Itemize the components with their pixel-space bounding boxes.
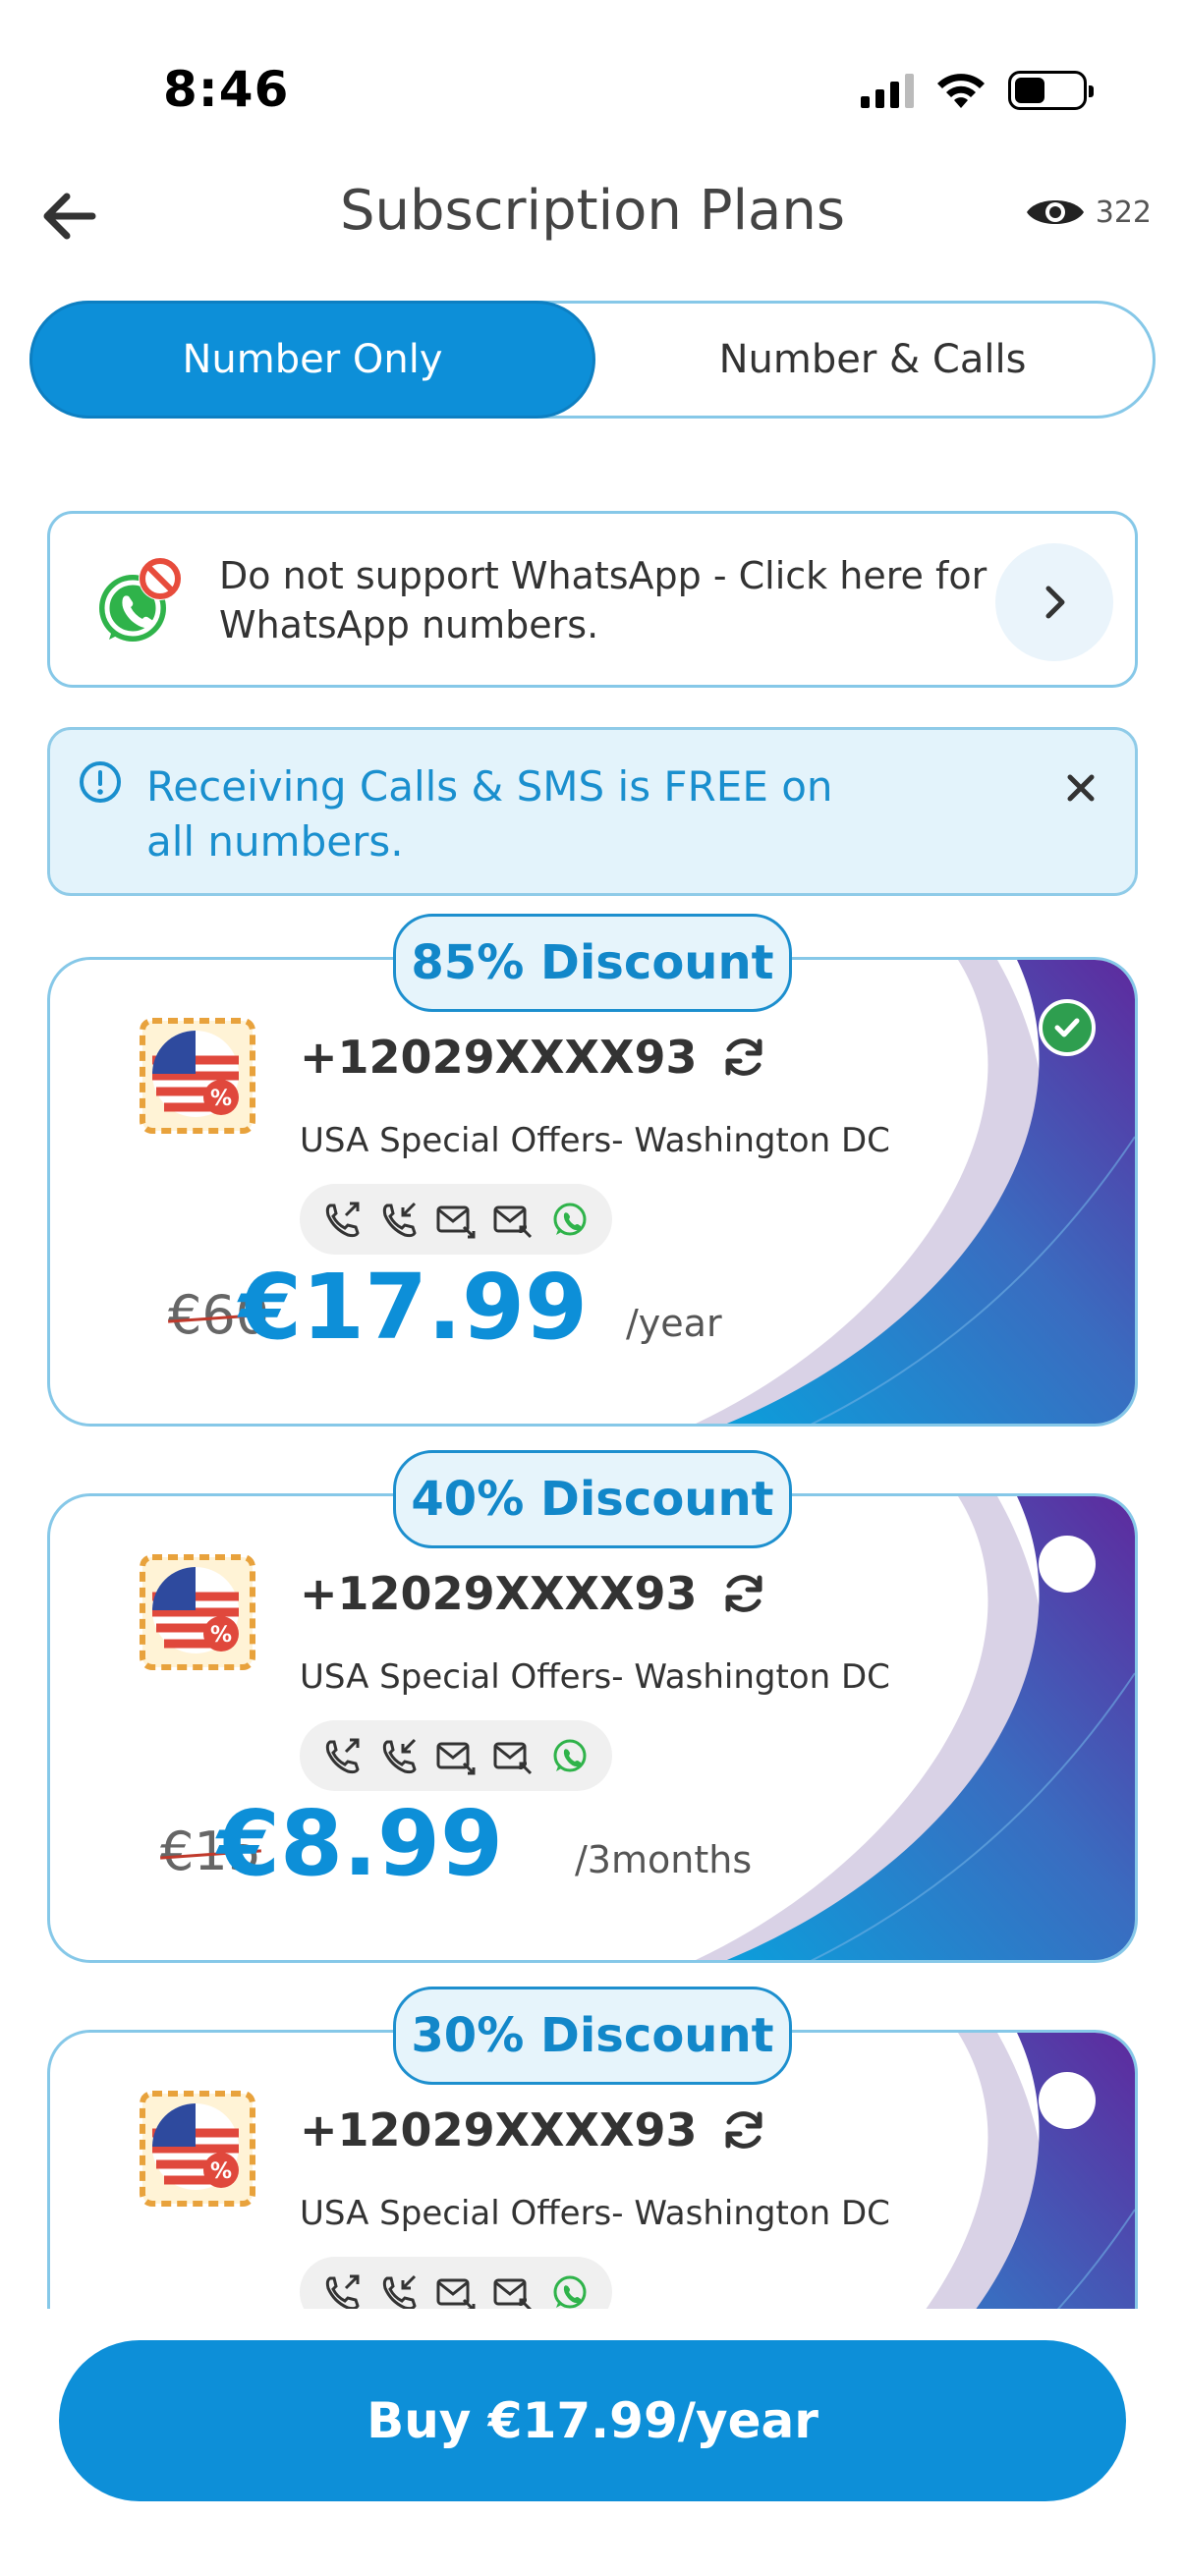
whatsapp-icon xyxy=(553,1203,587,1236)
plan-price: €17.99 xyxy=(239,1255,589,1360)
close-icon xyxy=(1067,774,1095,802)
bottom-bar: Buy €17.99/year xyxy=(0,2311,1185,2576)
refresh-icon[interactable] xyxy=(720,1570,767,1617)
check-icon xyxy=(1054,1018,1080,1037)
usa-discount-badge-icon: % xyxy=(140,1554,255,1670)
plans-list: 85% Discount % +12029XXXX93 USA Special … xyxy=(0,914,1185,2309)
svg-text:%: % xyxy=(210,2159,232,2184)
outgoing-call-icon xyxy=(325,1738,360,1774)
plan-number-text: +12029XXXX93 xyxy=(300,2103,698,2156)
incoming-call-icon xyxy=(382,1738,417,1774)
plan-number: +12029XXXX93 xyxy=(300,1567,767,1620)
outgoing-sms-icon xyxy=(436,2278,476,2309)
discount-badge: 30% Discount xyxy=(393,1987,792,2085)
incoming-call-icon xyxy=(382,1202,417,1238)
plan-period: /year xyxy=(626,1302,722,1345)
plan-location: USA Special Offers- Washington DC xyxy=(300,1121,890,1160)
plan-number-text: +12029XXXX93 xyxy=(300,1031,698,1084)
status-bar: 8:46 xyxy=(0,0,1185,147)
info-icon xyxy=(80,761,121,803)
usa-discount-badge-icon: % xyxy=(140,2091,255,2207)
outgoing-call-icon xyxy=(325,1202,360,1238)
tab-number-only[interactable]: Number Only xyxy=(29,301,595,419)
plan-features xyxy=(300,1184,612,1255)
header: Subscription Plans 322 xyxy=(0,167,1185,265)
whatsapp-notice-arrow-button[interactable] xyxy=(995,543,1113,661)
plan-number-text: +12029XXXX93 xyxy=(300,1567,698,1620)
whatsapp-icon xyxy=(553,2275,587,2309)
info-close-button[interactable] xyxy=(1056,763,1105,812)
views-count: 322 xyxy=(1095,195,1152,230)
usa-discount-badge-icon: % xyxy=(140,1018,255,1134)
wifi-icon xyxy=(937,74,985,108)
svg-text:%: % xyxy=(210,1623,232,1648)
info-banner: Receiving Calls & SMS is FREE on all num… xyxy=(47,727,1138,896)
outgoing-sms-icon xyxy=(436,1205,476,1239)
status-icons xyxy=(861,71,1094,110)
plan-location: USA Special Offers- Washington DC xyxy=(300,2194,890,2233)
whatsapp-blocked-icon xyxy=(99,557,182,642)
svg-text:%: % xyxy=(210,1087,232,1111)
incoming-sms-icon xyxy=(493,1205,533,1239)
plan-select-radio[interactable] xyxy=(1039,2072,1096,2129)
discount-badge: 40% Discount xyxy=(393,1450,792,1548)
battery-icon xyxy=(1008,71,1094,110)
refresh-icon[interactable] xyxy=(720,2106,767,2154)
whatsapp-notice-card[interactable]: Do not support WhatsApp - Click here for… xyxy=(47,511,1138,688)
outgoing-call-icon xyxy=(325,2274,360,2309)
plan-number: +12029XXXX93 xyxy=(300,1031,767,1084)
plan-location: USA Special Offers- Washington DC xyxy=(300,1657,890,1697)
outgoing-sms-icon xyxy=(436,1742,476,1775)
views-indicator: 322 xyxy=(1025,193,1152,232)
page-title: Subscription Plans xyxy=(339,179,846,243)
plan-features xyxy=(300,1720,612,1791)
eye-icon xyxy=(1026,200,1084,224)
incoming-call-icon xyxy=(382,2274,417,2309)
plan-price: €8.99 xyxy=(217,1791,504,1896)
plan-selected-checkbox[interactable] xyxy=(1039,999,1096,1056)
plan-select-radio[interactable] xyxy=(1039,1536,1096,1593)
status-time: 8:46 xyxy=(163,61,290,118)
plan-number: +12029XXXX93 xyxy=(300,2103,767,2156)
whatsapp-icon xyxy=(553,1739,587,1772)
whatsapp-notice-text: Do not support WhatsApp - Click here for… xyxy=(219,554,988,646)
discount-badge: 85% Discount xyxy=(393,914,792,1012)
chevron-right-icon xyxy=(1045,586,1065,619)
info-banner-text: Receiving Calls & SMS is FREE on all num… xyxy=(146,762,833,866)
plan-type-tabs: Number Only Number & Calls xyxy=(29,301,1156,419)
refresh-icon[interactable] xyxy=(720,1034,767,1081)
plan-features xyxy=(300,2257,612,2309)
incoming-sms-icon xyxy=(493,2278,533,2309)
cellular-signal-icon xyxy=(861,73,914,108)
plan-card-yearly[interactable]: % +12029XXXX93 USA Special Offers- Washi… xyxy=(47,957,1138,1427)
plan-period: /3months xyxy=(575,1838,753,1881)
buy-button[interactable]: Buy €17.99/year xyxy=(59,2340,1126,2501)
plan-card-3months[interactable]: % +12029XXXX93 USA Special Offers- Washi… xyxy=(47,1493,1138,1963)
tab-number-and-calls[interactable]: Number & Calls xyxy=(592,304,1153,416)
incoming-sms-icon xyxy=(493,1742,533,1775)
